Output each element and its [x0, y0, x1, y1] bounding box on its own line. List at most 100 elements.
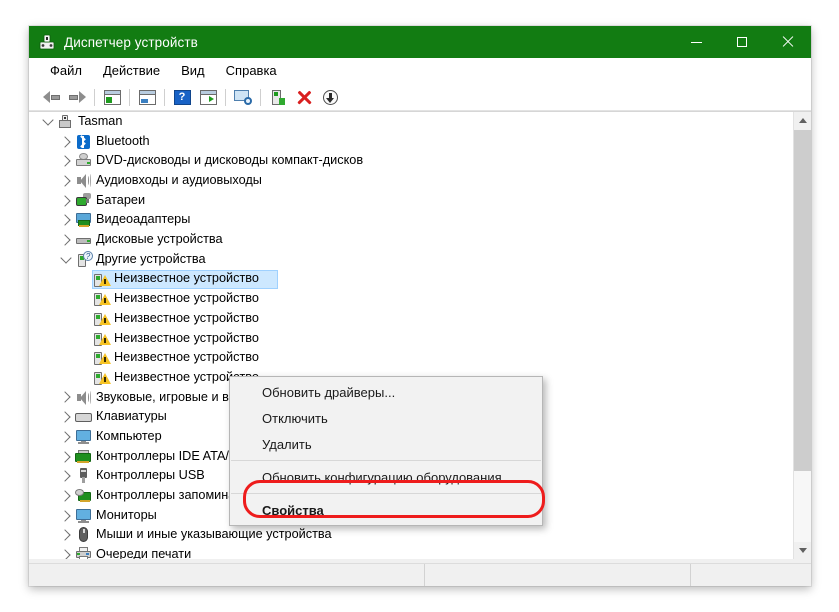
chevron-right-icon [59, 136, 70, 147]
computer-icon [56, 112, 74, 132]
tree-expander[interactable] [57, 191, 74, 211]
properties-icon [139, 90, 156, 105]
back-button[interactable] [38, 86, 64, 108]
menu-view[interactable]: Вид [172, 60, 214, 81]
menu-bar: Файл Действие Вид Справка [29, 58, 811, 84]
tree-item-label: Неизвестное устройство [114, 312, 259, 326]
tree-item[interactable]: Неизвестное устройство [29, 348, 794, 368]
tree-expander[interactable] [39, 112, 56, 132]
close-button[interactable] [765, 26, 811, 58]
ctx-uninstall[interactable]: Удалить [230, 431, 542, 457]
chevron-right-icon [59, 471, 70, 482]
tree-expander[interactable] [57, 545, 74, 559]
scrollbar-thumb[interactable] [794, 130, 811, 471]
minimize-button[interactable] [673, 26, 719, 58]
toolbar: ? [29, 84, 811, 111]
tree-item[interactable]: Видеоадаптеры [29, 210, 794, 230]
tree-expander[interactable] [57, 151, 74, 171]
scan-hardware-button[interactable] [195, 86, 221, 108]
ide-controller-icon [74, 447, 92, 467]
show-hide-tree-button[interactable] [99, 86, 125, 108]
tree-item[interactable]: Неизвестное устройство [29, 270, 794, 290]
show-hide-console-tree-icon [104, 90, 121, 105]
tree-item-label: Клавиатуры [96, 410, 167, 424]
vertical-scrollbar[interactable] [793, 112, 811, 559]
chevron-right-icon [59, 234, 70, 245]
tree-expander[interactable] [57, 230, 74, 250]
disable-device-button[interactable] [317, 86, 343, 108]
menu-file[interactable]: Файл [41, 60, 91, 81]
screenshot-root: Диспетчер устройств Файл Действие Вид Сп… [0, 0, 839, 612]
ctx-scan-hardware[interactable]: Обновить конфигурацию оборудования [230, 464, 542, 490]
title-bar[interactable]: Диспетчер устройств [29, 26, 811, 58]
tree-spacer [75, 289, 92, 309]
menu-help[interactable]: Справка [217, 60, 286, 81]
tree-item[interactable]: Мыши и иные указывающие устройства [29, 525, 794, 545]
tree-expander[interactable] [57, 171, 74, 191]
scroll-up-button[interactable] [794, 112, 811, 129]
tree-spacer [75, 309, 92, 329]
tree-item-label: Bluetooth [96, 135, 150, 149]
tree-item-label: Неизвестное устройство [114, 351, 259, 365]
tree-item[interactable]: Дисковые устройства [29, 230, 794, 250]
tree-item[interactable]: DVD-дисководы и дисководы компакт-дисков [29, 151, 794, 171]
tree-expander[interactable] [57, 427, 74, 447]
context-menu-separator [231, 460, 541, 461]
help-button[interactable]: ? [169, 86, 195, 108]
tree-expander[interactable] [57, 486, 74, 506]
properties-button[interactable] [134, 86, 160, 108]
ctx-disable[interactable]: Отключить [230, 405, 542, 431]
tree-item-label: Компьютер [96, 430, 162, 444]
tree-expander[interactable] [57, 407, 74, 427]
scan-hardware-icon [200, 90, 217, 105]
tree-item[interactable]: ?Другие устройства [29, 250, 794, 270]
tree-item[interactable]: Неизвестное устройство [29, 289, 794, 309]
ctx-properties[interactable]: Свойства [230, 497, 542, 523]
forward-button[interactable] [64, 86, 90, 108]
window-title: Диспетчер устройств [64, 35, 198, 50]
tree-expander[interactable] [57, 447, 74, 467]
tree-expander[interactable] [57, 250, 74, 270]
tree-expander[interactable] [57, 210, 74, 230]
tree-item-label: Аудиовходы и аудиовыходы [96, 174, 262, 188]
tree-expander[interactable] [57, 132, 74, 152]
tree-item-label: DVD-дисководы и дисководы компакт-дисков [96, 154, 363, 168]
update-driver-button[interactable] [265, 86, 291, 108]
tree-item[interactable]: Неизвестное устройство [29, 329, 794, 349]
chevron-right-icon [59, 490, 70, 501]
tree-expander[interactable] [57, 388, 74, 408]
tree-item[interactable]: Tasman [29, 112, 794, 132]
ctx-update-drivers[interactable]: Обновить драйверы... [230, 379, 542, 405]
tree-item[interactable]: Аудиовходы и аудиовыходы [29, 171, 794, 191]
tree-expander[interactable] [57, 506, 74, 526]
tree-item-label: Tasman [78, 115, 122, 129]
tree-spacer [75, 368, 92, 388]
tree-item[interactable]: Неизвестное устройство [29, 309, 794, 329]
tree-item[interactable]: Батареи [29, 191, 794, 211]
tree-item[interactable]: Очереди печати [29, 545, 794, 559]
tree-item[interactable]: Bluetooth [29, 132, 794, 152]
speaker-icon [74, 171, 92, 191]
scroll-down-button[interactable] [794, 542, 811, 559]
tree-expander[interactable] [57, 466, 74, 486]
close-icon [782, 36, 794, 48]
unknown-device-warning-icon [92, 289, 110, 309]
chevron-right-icon [59, 175, 70, 186]
chevron-down-icon [42, 115, 53, 126]
context-menu[interactable]: Обновить драйверы...ОтключитьУдалить Обно… [229, 376, 543, 526]
other-devices-icon: ? [74, 250, 92, 270]
tree-expander[interactable] [57, 525, 74, 545]
uninstall-device-button[interactable] [291, 86, 317, 108]
tree-item-label: Неизвестное устройство [114, 272, 259, 286]
monitor-scan-button[interactable] [230, 86, 256, 108]
monitor-scan-icon [234, 90, 252, 104]
menu-action[interactable]: Действие [94, 60, 169, 81]
battery-icon [74, 191, 92, 211]
tree-spacer [75, 270, 92, 290]
scrollbar-track[interactable] [794, 471, 811, 542]
tree-item-label: Мониторы [96, 509, 157, 523]
maximize-button[interactable] [719, 26, 765, 58]
disk-drive-icon [74, 230, 92, 250]
mouse-icon [74, 525, 92, 545]
tree-item-label: Контроллеры USB [96, 469, 205, 483]
